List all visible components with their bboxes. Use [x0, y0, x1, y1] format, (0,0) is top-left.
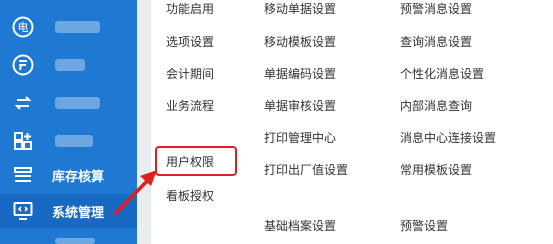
transfer-icon — [14, 96, 32, 110]
sidebar-item-3[interactable] — [0, 86, 137, 120]
menu-item-document-approval-settings[interactable]: 单据审核设置 — [264, 98, 336, 114]
menu-item-mobile-template-settings[interactable]: 移动模板设置 — [264, 34, 336, 50]
annotation-arrow-icon — [114, 170, 157, 215]
menu-item-accounting-period[interactable]: 会计期间 — [166, 66, 214, 82]
menu-item-personalized-message-settings[interactable]: 个性化消息设置 — [400, 66, 484, 82]
sidebar-item-label-blurred — [55, 21, 100, 33]
svg-text:电: 电 — [18, 21, 29, 34]
sidebar-item-label: 库存核算 — [52, 170, 105, 185]
sidebar-item-1[interactable]: 电 — [0, 10, 137, 44]
menu-item-basic-archive-settings[interactable]: 基础档案设置 — [264, 218, 336, 234]
menu-item-print-factory-settings[interactable]: 打印出厂值设置 — [264, 162, 348, 178]
sidebar-item-label-blurred — [55, 135, 93, 147]
menu-item-message-center-connection-settings[interactable]: 消息中心连接设置 — [400, 130, 496, 146]
menu-item-mobile-document-settings[interactable]: 移动单据设置 — [264, 1, 336, 17]
menu-item-print-management-center[interactable]: 打印管理中心 — [264, 130, 336, 146]
finance-icon — [12, 54, 34, 76]
menu-item-business-process[interactable]: 业务流程 — [166, 98, 214, 114]
menu-item-option-settings[interactable]: 选项设置 — [166, 34, 214, 50]
sidebar-item-2[interactable] — [0, 48, 137, 82]
apps-icon — [14, 132, 32, 150]
sidebar-item-4[interactable] — [0, 124, 137, 158]
menu-item-alert-settings[interactable]: 预警设置 — [400, 218, 448, 234]
menu-item-function-enable[interactable]: 功能启用 — [166, 1, 214, 17]
electric-icon: 电 — [12, 16, 34, 38]
sidebar-item-label-blurred — [55, 97, 100, 109]
menu-item-dashboard-authorization[interactable]: 看板授权 — [166, 188, 214, 204]
sidebar-item-label-blurred — [55, 238, 95, 244]
menu-item-internal-message-query[interactable]: 内部消息查询 — [400, 98, 472, 114]
sidebar-item-label: 系统管理 — [52, 206, 105, 221]
menu-item-common-template-settings[interactable]: 常用模板设置 — [400, 162, 472, 178]
sidebar-item-label-blurred — [55, 59, 85, 71]
inventory-icon — [14, 167, 32, 182]
menu-item-document-numbering-settings[interactable]: 单据编码设置 — [264, 66, 336, 82]
menu-item-query-message-settings[interactable]: 查询消息设置 — [400, 34, 472, 50]
system-admin-icon — [13, 202, 33, 220]
menu-item-alert-message-settings[interactable]: 预警消息设置 — [400, 1, 472, 17]
